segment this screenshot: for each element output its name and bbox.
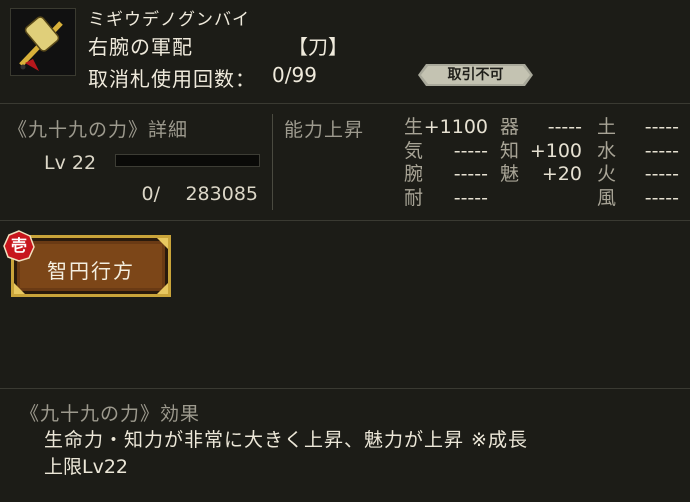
- stat-value: -----: [453, 163, 488, 185]
- vertical-divider: [272, 114, 273, 210]
- stat-value: -----: [547, 116, 582, 138]
- stat-life: 生 +1100: [404, 115, 488, 139]
- stat-intellect: 知 +100: [500, 139, 582, 163]
- skill-name: 智円行方: [47, 259, 135, 283]
- stat-value: +20: [541, 163, 582, 185]
- detail-title: 《九十九の力》詳細: [8, 119, 189, 141]
- stat-value: +100: [529, 140, 582, 162]
- stat-water: 水 -----: [597, 139, 679, 163]
- stat-arm: 腕 -----: [404, 162, 488, 186]
- stat-value: -----: [644, 187, 679, 209]
- stat-value: +1100: [423, 116, 488, 138]
- untradeable-badge: 取引不可: [418, 64, 533, 86]
- item-kana: ミギウデノグンバイ: [88, 10, 250, 30]
- uses-label: 取消札使用回数：: [88, 67, 256, 91]
- stat-fire: 火 -----: [597, 162, 679, 186]
- stats-title: 能力上昇: [284, 119, 365, 141]
- badge-label: 取引不可: [447, 67, 504, 83]
- item-name: 右腕の軍配: [88, 35, 193, 59]
- effect-title: 《九十九の力》効果: [20, 403, 201, 425]
- stat-key: 器: [500, 116, 520, 138]
- divider: [0, 388, 690, 389]
- exp-bar: [115, 154, 260, 167]
- item-detail-panel: ミギウデノグンバイ 右腕の軍配 【刀】 取消札使用回数： 0/99 取引不可 《…: [0, 0, 690, 502]
- stat-key: 気: [404, 140, 424, 162]
- stat-earth: 土 -----: [597, 115, 679, 139]
- stat-key: 生: [404, 116, 424, 138]
- stat-key: 火: [597, 163, 617, 185]
- level-label: Lv 22: [44, 152, 97, 174]
- stat-wind: 風 -----: [597, 186, 679, 210]
- stat-key: 魅: [500, 163, 520, 185]
- uses-value: 0/99: [272, 63, 317, 87]
- exp-current: 0/: [141, 183, 161, 205]
- stat-value: -----: [644, 116, 679, 138]
- stat-key: 土: [597, 116, 617, 138]
- effect-description: 生命力・知力が非常に大きく上昇、魅力が上昇 ※成長: [44, 429, 528, 451]
- stat-value: -----: [644, 140, 679, 162]
- stat-key: 水: [597, 140, 617, 162]
- stat-key: 腕: [404, 163, 424, 185]
- stat-key: 風: [597, 187, 617, 209]
- stat-key: 耐: [404, 187, 424, 209]
- item-category: 【刀】: [288, 35, 348, 59]
- divider: [0, 220, 690, 221]
- stat-charm: 魅 +20: [500, 162, 582, 186]
- stat-value: -----: [453, 187, 488, 209]
- stat-key: 知: [500, 140, 520, 162]
- divider: [0, 103, 690, 104]
- stat-value: -----: [453, 140, 488, 162]
- stat-ki: 気 -----: [404, 139, 488, 163]
- gunbai-fan-icon: [10, 8, 76, 76]
- seal-label: 壱: [10, 236, 27, 255]
- stat-value: -----: [644, 163, 679, 185]
- effect-description-cont: 上限Lv22: [44, 456, 129, 478]
- skill-button[interactable]: 智円行方: [11, 235, 171, 297]
- exp-max: 283085: [185, 183, 258, 205]
- stat-endurance: 耐 -----: [404, 186, 488, 210]
- stat-dexterity: 器 -----: [500, 115, 582, 139]
